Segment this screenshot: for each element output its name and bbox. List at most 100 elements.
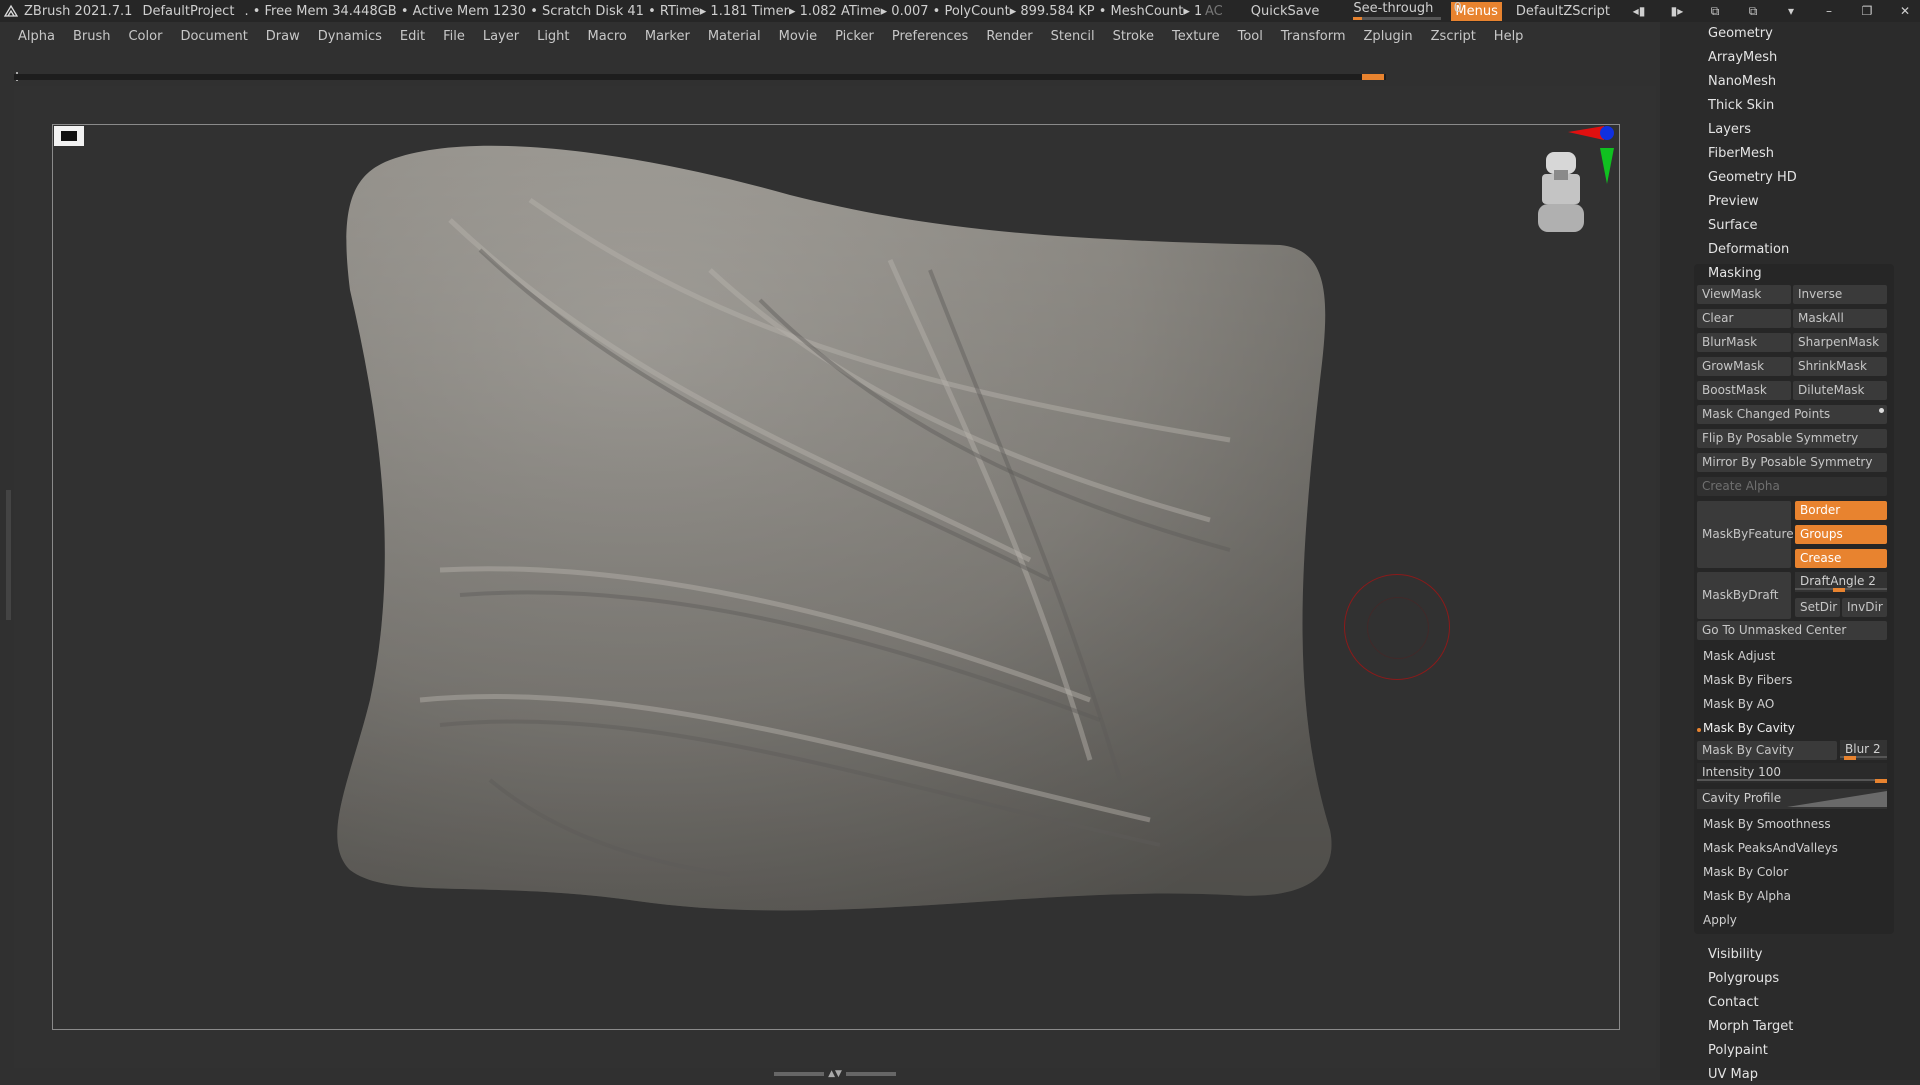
crease-toggle[interactable]: Crease: [1795, 549, 1887, 568]
tray-morph-target[interactable]: Morph Target: [1708, 1017, 1793, 1037]
see-through-slider[interactable]: See-through 0: [1353, 2, 1462, 20]
default-zscript-button[interactable]: DefaultZScript: [1516, 4, 1610, 19]
viewmask-button[interactable]: ViewMask: [1697, 285, 1791, 304]
tray-polypaint[interactable]: Polypaint: [1708, 1041, 1768, 1061]
invdir-button[interactable]: InvDir: [1842, 598, 1887, 617]
growmask-button[interactable]: GrowMask: [1697, 357, 1791, 376]
menu-file[interactable]: File: [443, 29, 465, 44]
tray-geometry-hd[interactable]: Geometry HD: [1708, 168, 1797, 188]
orientation-gizmo-icon[interactable]: [1508, 122, 1618, 262]
inverse-button[interactable]: Inverse: [1793, 285, 1887, 304]
ac-label[interactable]: AC: [1205, 4, 1223, 19]
maskbydraft-button[interactable]: MaskByDraft: [1697, 572, 1791, 619]
quicksave-button[interactable]: QuickSave: [1251, 4, 1320, 19]
apply-item[interactable]: Apply: [1703, 910, 1737, 930]
shrinkmask-button[interactable]: ShrinkMask: [1793, 357, 1887, 376]
intensity-slider[interactable]: Intensity 100: [1697, 763, 1887, 783]
setdir-button[interactable]: SetDir: [1795, 598, 1840, 617]
mask-by-fibers-item[interactable]: Mask By Fibers: [1703, 670, 1792, 690]
create-alpha-button[interactable]: Create Alpha: [1697, 477, 1887, 496]
menu-marker[interactable]: Marker: [645, 29, 690, 44]
menu-texture[interactable]: Texture: [1172, 29, 1220, 44]
tray-uv-map[interactable]: UV Map: [1708, 1065, 1758, 1085]
layout-alt-icon[interactable]: ⧉: [1744, 4, 1762, 18]
maskall-button[interactable]: MaskAll: [1793, 309, 1887, 328]
menu-stencil[interactable]: Stencil: [1051, 29, 1095, 44]
menu-help[interactable]: Help: [1494, 29, 1524, 44]
menu-layer[interactable]: Layer: [483, 29, 519, 44]
pillow-mesh[interactable]: [330, 140, 1350, 930]
toggle-dot-icon[interactable]: [1879, 408, 1884, 413]
menu-zscript[interactable]: Zscript: [1431, 29, 1476, 44]
flip-posable-symmetry-button[interactable]: Flip By Posable Symmetry: [1697, 429, 1887, 448]
masking-header[interactable]: Masking: [1708, 264, 1762, 284]
collapse-left-icon[interactable]: ◂▮: [1630, 4, 1648, 18]
mask-changed-points-button[interactable]: Mask Changed Points: [1697, 405, 1887, 424]
tray-surface[interactable]: Surface: [1708, 216, 1758, 236]
dilutemask-button[interactable]: DiluteMask: [1793, 381, 1887, 400]
mask-by-alpha-item[interactable]: Mask By Alpha: [1703, 886, 1791, 906]
tray-arraymesh[interactable]: ArrayMesh: [1708, 48, 1777, 68]
dropdown-icon[interactable]: ▾: [1782, 4, 1800, 18]
blur-slider[interactable]: Blur 2: [1840, 740, 1887, 760]
menu-preferences[interactable]: Preferences: [892, 29, 968, 44]
mask-by-cavity-header[interactable]: Mask By Cavity: [1703, 718, 1795, 738]
maskbyfeature-button[interactable]: MaskByFeature: [1697, 501, 1794, 568]
mask-by-smoothness-item[interactable]: Mask By Smoothness: [1703, 814, 1831, 834]
close-icon[interactable]: ✕: [1896, 4, 1914, 18]
tray-thick-skin[interactable]: Thick Skin: [1708, 96, 1774, 116]
menu-color[interactable]: Color: [128, 29, 162, 44]
mirror-posable-symmetry-button[interactable]: Mirror By Posable Symmetry: [1697, 453, 1887, 472]
menu-movie[interactable]: Movie: [779, 29, 817, 44]
minimize-icon[interactable]: –: [1820, 4, 1838, 18]
menu-material[interactable]: Material: [708, 29, 761, 44]
mask-by-ao-item[interactable]: Mask By AO: [1703, 694, 1774, 714]
bottom-shelf-handle[interactable]: ▲▼: [770, 1069, 900, 1079]
collapse-right-icon[interactable]: ▮▸: [1668, 4, 1686, 18]
menu-macro[interactable]: Macro: [588, 29, 627, 44]
tray-contact[interactable]: Contact: [1708, 993, 1759, 1013]
tray-geometry[interactable]: Geometry: [1708, 24, 1773, 44]
menu-transform[interactable]: Transform: [1281, 29, 1346, 44]
go-unmasked-center-button[interactable]: Go To Unmasked Center: [1697, 621, 1887, 640]
tray-deformation[interactable]: Deformation: [1708, 240, 1789, 260]
timeline-strip[interactable]: [14, 74, 1386, 80]
menu-zplugin[interactable]: Zplugin: [1364, 29, 1413, 44]
mask-by-cavity-button[interactable]: Mask By Cavity: [1697, 741, 1837, 760]
restore-icon[interactable]: ❐: [1858, 4, 1876, 18]
draftangle-label: DraftAngle: [1800, 574, 1865, 588]
left-shelf-handle[interactable]: [6, 490, 11, 620]
tray-fibermesh[interactable]: FiberMesh: [1708, 144, 1774, 164]
menu-document[interactable]: Document: [180, 29, 247, 44]
border-toggle[interactable]: Border: [1795, 501, 1887, 520]
tray-visibility[interactable]: Visibility: [1708, 945, 1762, 965]
document-icon[interactable]: [54, 126, 84, 146]
menu-brush[interactable]: Brush: [73, 29, 111, 44]
boostmask-button[interactable]: BoostMask: [1697, 381, 1791, 400]
groups-toggle[interactable]: Groups: [1795, 525, 1887, 544]
menu-alpha[interactable]: Alpha: [18, 29, 55, 44]
mask-by-color-item[interactable]: Mask By Color: [1703, 862, 1788, 882]
clear-button[interactable]: Clear: [1697, 309, 1791, 328]
draftangle-slider[interactable]: DraftAngle 2: [1795, 572, 1887, 592]
menu-draw[interactable]: Draw: [266, 29, 300, 44]
menu-light[interactable]: Light: [537, 29, 569, 44]
sharpenmask-button[interactable]: SharpenMask: [1793, 333, 1887, 352]
cavity-profile-curve[interactable]: Cavity Profile: [1697, 789, 1887, 809]
menu-edit[interactable]: Edit: [400, 29, 425, 44]
menu-render[interactable]: Render: [986, 29, 1032, 44]
tray-preview[interactable]: Preview: [1708, 192, 1759, 212]
timeline-marker[interactable]: [1362, 74, 1384, 80]
tray-layers[interactable]: Layers: [1708, 120, 1751, 140]
tray-polygroups[interactable]: Polygroups: [1708, 969, 1779, 989]
menu-picker[interactable]: Picker: [835, 29, 874, 44]
mask-peaks-valleys-item[interactable]: Mask PeaksAndValleys: [1703, 838, 1838, 858]
tray-nanomesh[interactable]: NanoMesh: [1708, 72, 1776, 92]
layout-icon[interactable]: ⧉: [1706, 4, 1724, 18]
project-name[interactable]: DefaultProject: [142, 4, 234, 19]
menu-tool[interactable]: Tool: [1238, 29, 1263, 44]
blurmask-button[interactable]: BlurMask: [1697, 333, 1791, 352]
menu-stroke[interactable]: Stroke: [1113, 29, 1154, 44]
menu-dynamics[interactable]: Dynamics: [318, 29, 382, 44]
mask-adjust-item[interactable]: Mask Adjust: [1703, 646, 1775, 666]
